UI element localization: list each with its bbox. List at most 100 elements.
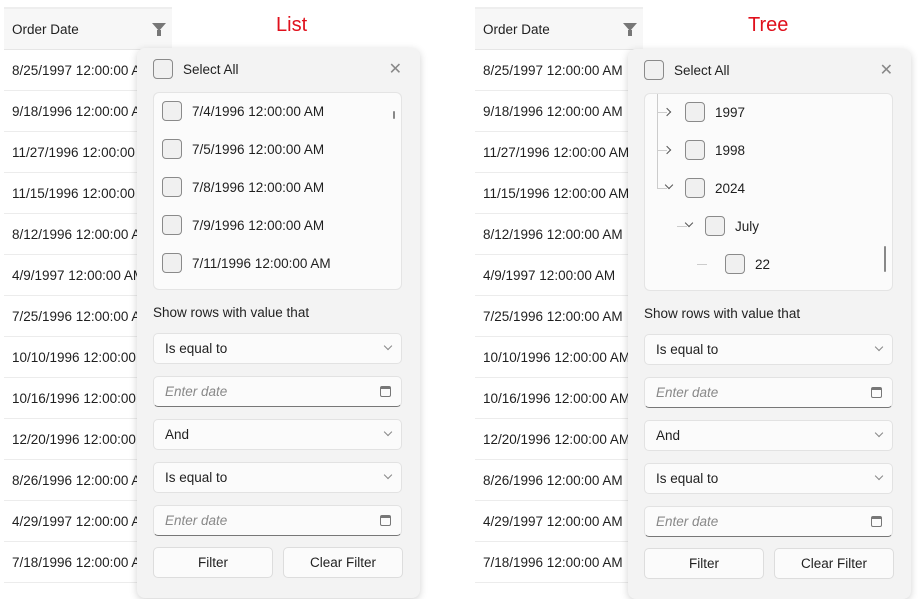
column-header-label: Order Date bbox=[483, 21, 550, 37]
panel-title: List bbox=[276, 14, 308, 36]
cell-order-date: 11/27/1996 12:00:00 AM bbox=[483, 144, 630, 160]
item-checkbox[interactable] bbox=[725, 254, 745, 274]
cell-order-date: 9/18/1996 12:00:00 AM bbox=[483, 103, 623, 119]
tree-line bbox=[657, 188, 667, 189]
cell-order-date: 4/29/1997 12:00:00 AM bbox=[483, 513, 623, 529]
column-header-order-date[interactable]: Order Date bbox=[4, 9, 172, 50]
panel-tree: Order Date 8/25/1997 12:00:00 AM 9/18/1996… bbox=[471, 0, 911, 599]
calendar-icon bbox=[380, 386, 391, 397]
operator-dropdown-1[interactable]: Is equal to bbox=[153, 333, 402, 364]
scrollbar[interactable] bbox=[393, 111, 395, 119]
tree-line bbox=[657, 94, 658, 188]
select-all[interactable]: Select All bbox=[644, 60, 730, 80]
item-label: 7/11/1996 12:00:00 AM bbox=[192, 255, 331, 271]
calendar-icon bbox=[871, 387, 882, 398]
tree-item[interactable]: 2024 bbox=[685, 178, 745, 198]
date-input-1[interactable]: Enter date bbox=[644, 377, 893, 408]
cell-order-date: 4/9/1997 12:00:00 AM bbox=[483, 267, 616, 283]
calendar-icon bbox=[871, 516, 882, 527]
date-input-2-text: Enter date bbox=[656, 514, 719, 529]
date-input-2[interactable]: Enter date bbox=[644, 506, 893, 537]
chevron-down-icon bbox=[874, 428, 884, 438]
filter-values-list: 1997 1998 2024 July 22 bbox=[644, 93, 893, 291]
item-checkbox[interactable] bbox=[162, 139, 182, 159]
list-item[interactable]: 7/4/1996 12:00:00 AM bbox=[162, 101, 324, 121]
clear-filter-button[interactable]: Clear Filter bbox=[774, 548, 894, 579]
cell-order-date: 8/25/1997 12:00:00 AM bbox=[483, 62, 623, 78]
filter-icon[interactable] bbox=[623, 23, 637, 36]
list-item[interactable]: 7/8/1996 12:00:00 AM bbox=[162, 177, 324, 197]
tree-item[interactable]: July bbox=[705, 216, 759, 236]
item-checkbox[interactable] bbox=[685, 102, 705, 122]
cell-order-date: 11/15/1996 12:00:00 AM bbox=[483, 185, 630, 201]
item-label: 1998 bbox=[715, 142, 746, 158]
item-label: 7/9/1996 12:00:00 AM bbox=[192, 217, 325, 233]
cell-order-date: 8/12/1996 12:00:00 AM bbox=[483, 226, 623, 242]
tree-item[interactable]: 1998 bbox=[685, 140, 745, 160]
logic-dropdown[interactable]: And bbox=[153, 419, 402, 450]
chevron-right-icon[interactable] bbox=[662, 107, 672, 117]
cell-order-date: 7/18/1996 12:00:00 AM bbox=[12, 554, 152, 570]
calendar-icon bbox=[380, 515, 391, 526]
filter-popup: Select All ✕ 1997 1998 2024 July 22 Show rows w… bbox=[628, 49, 911, 599]
operator-dropdown-2[interactable]: Is equal to bbox=[644, 463, 893, 494]
column-header-order-date[interactable]: Order Date bbox=[475, 9, 643, 50]
date-input-1-text: Enter date bbox=[656, 385, 719, 400]
operator-dropdown-1-text: Is equal to bbox=[165, 341, 228, 356]
item-label: 7/5/1996 12:00:00 AM bbox=[192, 141, 325, 157]
item-checkbox[interactable] bbox=[162, 101, 182, 121]
date-input-2[interactable]: Enter date bbox=[153, 505, 402, 536]
chevron-right-icon[interactable] bbox=[662, 145, 672, 155]
filter-button[interactable]: Filter bbox=[153, 547, 273, 578]
cell-order-date: 4/29/1997 12:00:00 AM bbox=[12, 513, 152, 529]
item-checkbox[interactable] bbox=[162, 253, 182, 273]
close-icon[interactable]: ✕ bbox=[389, 59, 402, 79]
filter-button[interactable]: Filter bbox=[644, 548, 764, 579]
item-checkbox[interactable] bbox=[685, 140, 705, 160]
cell-order-date: 8/12/1996 12:00:00 AM bbox=[12, 226, 152, 242]
item-label: 2024 bbox=[715, 180, 746, 196]
item-checkbox[interactable] bbox=[162, 215, 182, 235]
item-checkbox[interactable] bbox=[705, 216, 725, 236]
cell-order-date: 4/9/1997 12:00:00 AM bbox=[12, 267, 145, 283]
scrollbar[interactable] bbox=[884, 246, 886, 272]
operator-dropdown-2[interactable]: Is equal to bbox=[153, 462, 402, 493]
date-input-1[interactable]: Enter date bbox=[153, 376, 402, 407]
select-all-label: Select All bbox=[183, 61, 239, 77]
list-item[interactable]: 7/11/1996 12:00:00 AM bbox=[162, 253, 331, 273]
data-grid: Order Date 8/25/1997 12:00:00 AM 9/18/1996… bbox=[475, 7, 755, 583]
item-label: 22 bbox=[755, 256, 771, 272]
logic-dropdown[interactable]: And bbox=[644, 420, 893, 451]
operator-dropdown-1[interactable]: Is equal to bbox=[644, 334, 893, 365]
cell-order-date: 8/25/1997 12:00:00 AM bbox=[12, 62, 152, 78]
item-label: 7/4/1996 12:00:00 AM bbox=[192, 103, 325, 119]
item-label: July bbox=[735, 218, 760, 234]
cell-order-date: 7/25/1996 12:00:00 AM bbox=[483, 308, 623, 324]
column-header-label: Order Date bbox=[12, 21, 79, 37]
list-item[interactable]: 7/5/1996 12:00:00 AM bbox=[162, 139, 324, 159]
select-all-checkbox[interactable] bbox=[644, 60, 664, 80]
cell-order-date: 7/25/1996 12:00:00 AM bbox=[12, 308, 152, 324]
filter-values-list: 7/4/1996 12:00:00 AM 7/5/1996 12:00:00 AM… bbox=[153, 92, 402, 290]
cell-order-date: 8/26/1996 12:00:00 AM bbox=[12, 472, 152, 488]
tree-line bbox=[697, 264, 707, 265]
list-item[interactable]: 7/9/1996 12:00:00 AM bbox=[162, 215, 324, 235]
select-all[interactable]: Select All bbox=[153, 59, 239, 79]
logic-dropdown-text: And bbox=[656, 428, 681, 443]
tree-item[interactable]: 22 bbox=[725, 254, 770, 274]
operator-dropdown-2-text: Is equal to bbox=[165, 470, 228, 485]
chevron-down-icon bbox=[874, 342, 884, 352]
date-input-2-text: Enter date bbox=[165, 513, 228, 528]
operator-dropdown-1-text: Is equal to bbox=[656, 342, 719, 357]
item-checkbox[interactable] bbox=[162, 177, 182, 197]
filter-icon[interactable] bbox=[152, 23, 166, 36]
item-label: 1997 bbox=[715, 104, 746, 120]
select-all-checkbox[interactable] bbox=[153, 59, 173, 79]
item-checkbox[interactable] bbox=[685, 178, 705, 198]
operator-dropdown-2-text: Is equal to bbox=[656, 471, 719, 486]
item-label: 7/8/1996 12:00:00 AM bbox=[192, 179, 325, 195]
tree-item[interactable]: 1997 bbox=[685, 102, 745, 122]
close-icon[interactable]: ✕ bbox=[880, 60, 893, 80]
cell-order-date: 9/18/1996 12:00:00 AM bbox=[12, 103, 152, 119]
clear-filter-button[interactable]: Clear Filter bbox=[283, 547, 403, 578]
